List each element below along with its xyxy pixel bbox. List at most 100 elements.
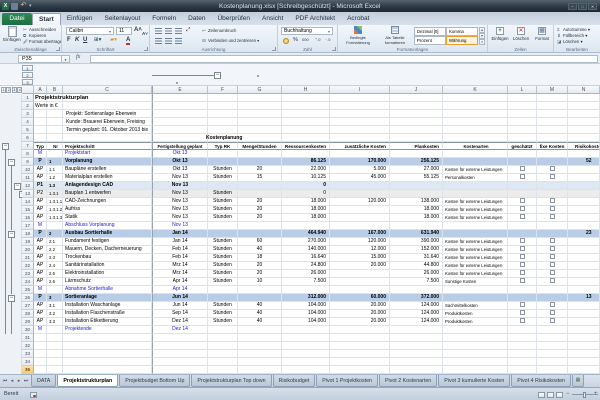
cell[interactable]: Stunden — [208, 166, 238, 174]
merge-center-button[interactable]: ⊟Verbinden und zentrieren ▾ — [202, 38, 276, 44]
cell[interactable] — [282, 350, 330, 358]
row-outline-level-2[interactable]: 2 — [6, 87, 11, 93]
bold-button[interactable]: F — [67, 37, 71, 43]
cell[interactable] — [537, 302, 568, 310]
cell[interactable] — [537, 182, 568, 190]
cell[interactable] — [537, 198, 568, 206]
cell[interactable]: 3.1 — [47, 302, 63, 310]
cell[interactable] — [537, 366, 568, 374]
sheet-tab-pivot-2-kostenarten[interactable]: Pivot 2 Kostenarten — [379, 375, 437, 387]
column-header-B[interactable]: B — [47, 86, 63, 94]
cell[interactable] — [508, 366, 537, 374]
fixe-kosten-checkbox[interactable] — [550, 302, 555, 307]
cell[interactable]: AP — [34, 238, 47, 246]
cell[interactable]: 18.000 — [282, 214, 330, 222]
row-header-23[interactable]: 23 — [22, 270, 34, 278]
fixe-kosten-checkbox[interactable] — [550, 174, 555, 179]
cell[interactable] — [537, 230, 568, 238]
underline-button[interactable]: U — [83, 37, 87, 43]
cell[interactable] — [34, 110, 47, 118]
cell[interactable]: 45.000 — [330, 174, 390, 182]
row-header-3[interactable]: 3 — [22, 110, 34, 118]
cell[interactable] — [443, 102, 508, 110]
cell[interactable] — [537, 206, 568, 214]
cell[interactable]: Risikokosten — [568, 142, 600, 150]
cell[interactable]: 1.2 — [47, 174, 63, 182]
cell[interactable] — [63, 334, 152, 342]
cell[interactable] — [508, 222, 537, 230]
style-gallery-item-2[interactable]: Komma — [446, 27, 478, 36]
cell[interactable] — [152, 118, 208, 126]
cell[interactable]: 120.000 — [330, 198, 390, 206]
cell[interactable] — [508, 214, 537, 222]
cell[interactable] — [508, 350, 537, 358]
cell[interactable] — [508, 246, 537, 254]
cell[interactable] — [390, 126, 443, 134]
cell[interactable] — [282, 286, 330, 294]
cell[interactable] — [330, 286, 390, 294]
fixe-kosten-checkbox[interactable] — [550, 318, 555, 323]
cell[interactable] — [238, 126, 282, 134]
cell[interactable]: 20.000 — [330, 310, 390, 318]
cell[interactable]: geschätzt — [508, 142, 537, 150]
cell[interactable]: CAD-Zeichnungen — [63, 198, 152, 206]
sheet-tab-pivot-1-projektkosten[interactable]: Pivot 1 Projektkosten — [316, 375, 378, 387]
cell[interactable] — [443, 342, 508, 350]
thousands-format-icon[interactable]: 000 — [302, 37, 309, 42]
cell[interactable]: Typ RK — [208, 142, 238, 150]
sheet-tab-data[interactable]: DATA — [31, 375, 56, 387]
cell[interactable]: 22.000 — [282, 166, 330, 174]
collapse-project-icon[interactable]: − — [2, 143, 9, 150]
align-top-icon[interactable] — [155, 28, 162, 34]
cell[interactable] — [568, 206, 600, 214]
format-as-table-button[interactable]: Als Tabelle formatieren — [378, 26, 412, 45]
cell[interactable]: AP — [34, 278, 47, 286]
cell[interactable] — [330, 102, 390, 110]
cell[interactable]: Kosten für externe Leistungen — [443, 198, 508, 206]
cell[interactable] — [508, 126, 537, 134]
cell[interactable]: Jan 14 — [152, 238, 208, 246]
cell[interactable] — [443, 150, 508, 158]
cell[interactable]: Installation Waschanlage — [63, 302, 152, 310]
cell[interactable] — [63, 342, 152, 350]
cell[interactable]: P2 — [34, 190, 47, 198]
number-dialog-launcher-icon[interactable] — [332, 47, 336, 51]
cell[interactable] — [208, 126, 238, 134]
cell[interactable]: 631.940 — [390, 230, 443, 238]
cell[interactable] — [63, 358, 152, 366]
row-header-19[interactable]: 19 — [22, 238, 34, 246]
column-header-F[interactable]: F — [208, 86, 238, 94]
cell[interactable]: 15.000 — [330, 254, 390, 262]
cell[interactable] — [238, 190, 282, 198]
cell[interactable] — [63, 134, 152, 142]
page-break-view-icon[interactable] — [556, 392, 563, 398]
cell[interactable] — [208, 350, 238, 358]
clipboard-dialog-launcher-icon[interactable] — [56, 47, 60, 51]
cell[interactable]: 31.640 — [390, 254, 443, 262]
cell[interactable]: 60 — [238, 238, 282, 246]
cell[interactable] — [330, 358, 390, 366]
cell[interactable]: Stunden — [208, 174, 238, 182]
cell[interactable] — [152, 94, 208, 102]
cell[interactable]: Feb 14 — [152, 246, 208, 254]
zoom-slider-knob[interactable] — [583, 392, 586, 398]
increase-decimal-icon[interactable]: ⁺.0 — [315, 37, 320, 42]
cell[interactable] — [238, 230, 282, 238]
cell[interactable]: Stunden — [208, 190, 238, 198]
cell[interactable]: Mauern, Decken, Dacherneuerung — [63, 246, 152, 254]
cell[interactable]: 2.6 — [47, 278, 63, 286]
row-header-26[interactable]: 26 — [22, 294, 34, 302]
cell[interactable] — [238, 294, 282, 302]
geschaetzt-checkbox[interactable] — [520, 174, 525, 179]
cell[interactable]: 16.640 — [282, 254, 330, 262]
cell[interactable] — [282, 342, 330, 350]
prev-sheet-icon[interactable]: ◂ — [9, 378, 15, 384]
cell[interactable] — [568, 326, 600, 334]
cell[interactable]: 372.000 — [390, 294, 443, 302]
row-header-18[interactable]: 18 — [22, 230, 34, 238]
cell[interactable] — [508, 318, 537, 326]
col-outline-level-2[interactable]: 2 — [22, 72, 33, 78]
cell[interactable]: 3.2 — [47, 310, 63, 318]
fixe-kosten-checkbox[interactable] — [550, 214, 555, 219]
fixe-kosten-checkbox[interactable] — [550, 246, 555, 251]
